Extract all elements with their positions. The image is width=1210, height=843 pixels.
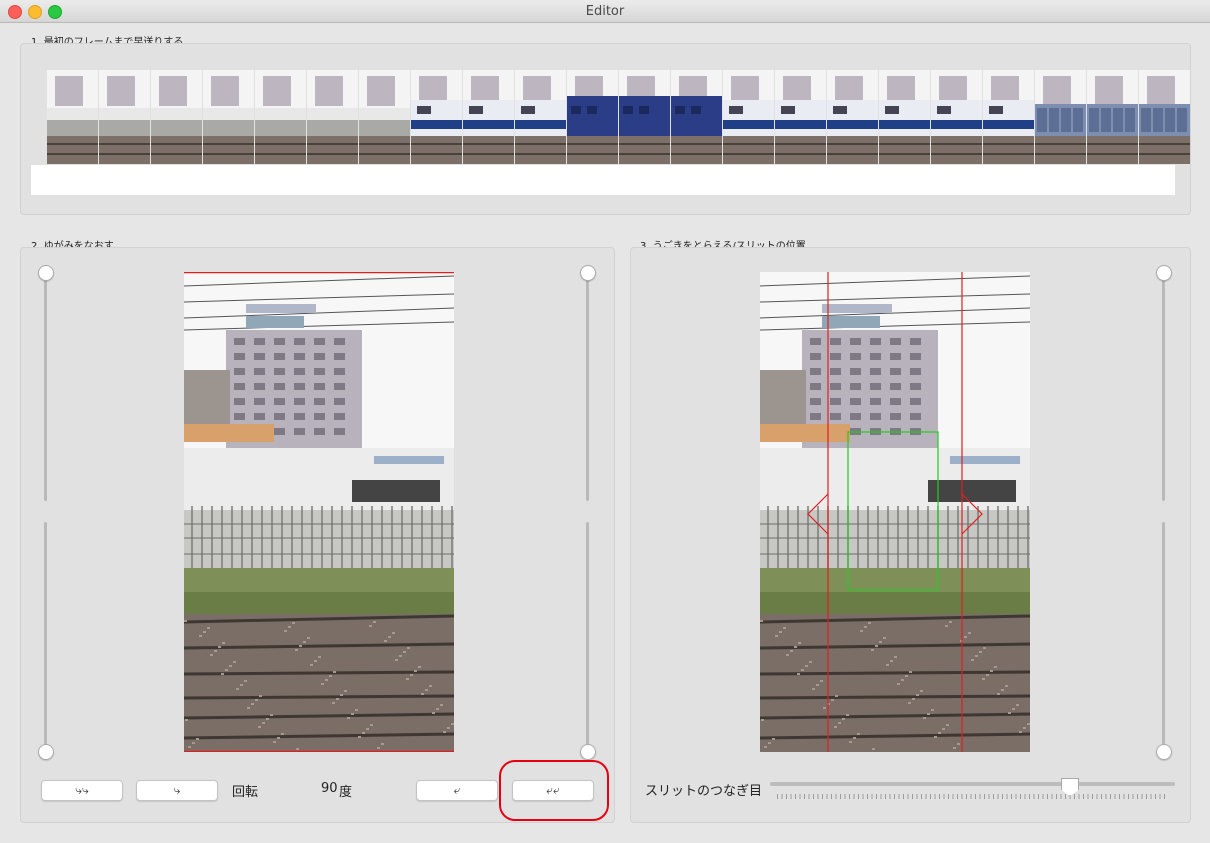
frame-thumbnail-image (151, 70, 202, 164)
frame-thumbnail-image (411, 70, 462, 164)
frame-thumbnail-image (619, 70, 670, 164)
frame-thumbnail[interactable] (567, 70, 618, 164)
frame-thumbnail-image (47, 70, 98, 164)
highlight-ring (499, 760, 609, 821)
frame-thumbnail-image (359, 70, 410, 164)
frame-thumbnail[interactable] (307, 70, 358, 164)
right-bottom-slider-track[interactable] (586, 522, 589, 750)
frame-thumbnail[interactable] (931, 70, 982, 164)
frame-thumbnail-image (1035, 70, 1086, 164)
frame-thumbnail-image (1087, 70, 1138, 164)
rotate-left-small-button[interactable]: ⤶ (416, 780, 498, 801)
frame-thumbnail-image (567, 70, 618, 164)
motion-bottom-slider-track[interactable] (1162, 522, 1165, 750)
frame-thumbnail[interactable] (619, 70, 670, 164)
title-bar: Editor (0, 0, 1210, 23)
window-title: Editor (585, 4, 625, 19)
motion-bottom-slider-knob[interactable] (1156, 744, 1172, 760)
frame-thumbnail-image (775, 70, 826, 164)
frame-thumbnail[interactable] (723, 70, 774, 164)
frame-thumbnail[interactable] (47, 70, 98, 164)
motion-top-slider-track[interactable] (1162, 273, 1165, 501)
frame-thumbnail[interactable] (1035, 70, 1086, 164)
frame-thumbnail-image (515, 70, 566, 164)
frame-strip-scroll-area[interactable] (31, 165, 1175, 195)
distortion-preview[interactable] (184, 272, 454, 752)
frame-thumbnail[interactable] (203, 70, 254, 164)
frame-thumbnail[interactable] (99, 70, 150, 164)
left-top-slider-knob[interactable] (38, 265, 54, 281)
frame-thumbnail[interactable] (1139, 70, 1190, 164)
frame-thumbnail[interactable] (827, 70, 878, 164)
frame-thumbnail-image (1139, 70, 1190, 164)
right-top-slider-track[interactable] (586, 273, 589, 501)
slit-seam-label: スリットのつなぎ目 (645, 784, 763, 799)
frame-thumbnail[interactable] (515, 70, 566, 164)
distortion-preview-image (184, 272, 454, 752)
frame-thumbnail-image (307, 70, 358, 164)
motion-preview-image (760, 272, 1030, 752)
frame-thumbnail-image (99, 70, 150, 164)
frame-thumbnail-image (463, 70, 514, 164)
rotation-label: 回転 (232, 785, 259, 800)
frame-thumbnail[interactable] (671, 70, 722, 164)
frame-thumbnail[interactable] (983, 70, 1034, 164)
left-bottom-slider-knob[interactable] (38, 744, 54, 760)
frame-thumbnail-image (723, 70, 774, 164)
frame-thumbnail[interactable] (775, 70, 826, 164)
right-bottom-slider-knob[interactable] (580, 744, 596, 760)
rotation-value: 90 (321, 781, 338, 796)
left-top-slider-track[interactable] (44, 273, 47, 501)
frame-thumbnail[interactable] (255, 70, 306, 164)
frame-thumbnail[interactable] (411, 70, 462, 164)
slit-seam-slider-ticks (777, 794, 1168, 799)
frame-thumbnail-image (983, 70, 1034, 164)
motion-preview[interactable] (760, 272, 1030, 752)
rotation-unit: 度 (339, 785, 353, 800)
frame-thumbnail[interactable] (151, 70, 202, 164)
rotate-right-small-button[interactable]: ⤷ (136, 780, 218, 801)
rotate-right-large-button[interactable]: ⤷⤷ (41, 780, 123, 801)
slit-seam-slider-track[interactable] (770, 782, 1175, 786)
frame-thumbnail[interactable] (1087, 70, 1138, 164)
frame-thumbnail[interactable] (879, 70, 930, 164)
frame-thumbnail-image (203, 70, 254, 164)
frame-thumbnail-image (879, 70, 930, 164)
frame-thumbnail-image (931, 70, 982, 164)
left-bottom-slider-track[interactable] (44, 522, 47, 750)
motion-top-slider-knob[interactable] (1156, 265, 1172, 281)
right-top-slider-knob[interactable] (580, 265, 596, 281)
frame-thumbnail-image (827, 70, 878, 164)
frame-thumbnail-image (671, 70, 722, 164)
frame-thumbnail[interactable] (359, 70, 410, 164)
frame-thumbnail-image (255, 70, 306, 164)
frame-thumbnail[interactable] (463, 70, 514, 164)
